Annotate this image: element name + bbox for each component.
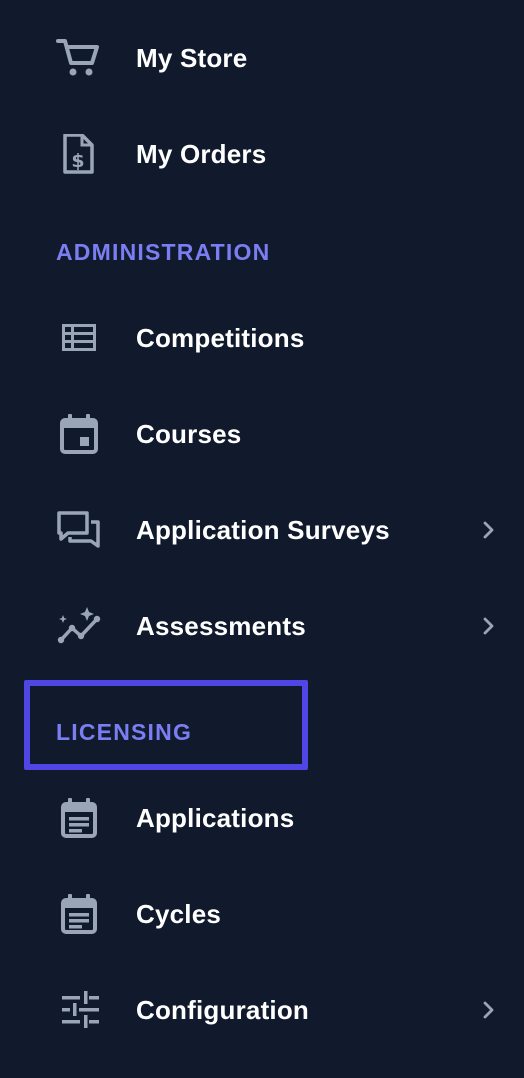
nav-item-cycles[interactable]: Cycles xyxy=(0,866,524,962)
nav-item-application-surveys[interactable]: Application Surveys xyxy=(0,482,524,578)
nav-item-competitions[interactable]: Competitions xyxy=(0,290,524,386)
nav-label-courses: Courses xyxy=(136,419,242,449)
section-heading-licensing[interactable]: LICENSING xyxy=(56,719,192,746)
list-table-icon xyxy=(56,318,104,358)
nav-label-configuration: Configuration xyxy=(136,995,310,1025)
nav-label-my-store: My Store xyxy=(136,43,248,73)
nav-label-assessments: Assessments xyxy=(136,611,306,641)
chevron-right-icon xyxy=(480,616,498,636)
chevron-right-icon xyxy=(480,520,498,540)
nav-item-my-store[interactable]: My Store xyxy=(0,10,524,106)
nav-item-my-orders[interactable]: $ My Orders xyxy=(0,106,524,202)
sparkle-line-chart-icon xyxy=(56,606,104,646)
calendar-event-icon xyxy=(56,414,104,454)
nav-label-applications: Applications xyxy=(136,803,295,833)
section-heading-administration: ADMINISTRATION xyxy=(56,239,271,265)
sliders-icon xyxy=(56,990,104,1030)
nav-item-courses[interactable]: Courses xyxy=(0,386,524,482)
nav-label-application-surveys: Application Surveys xyxy=(136,515,390,545)
calendar-notes-icon xyxy=(56,894,104,934)
nav-item-configuration[interactable]: Configuration xyxy=(0,962,524,1058)
nav-label-cycles: Cycles xyxy=(136,899,222,929)
nav-label-competitions: Competitions xyxy=(136,323,305,353)
chat-bubbles-icon xyxy=(56,510,104,550)
nav-item-assessments[interactable]: Assessments xyxy=(0,578,524,674)
invoice-dollar-icon: $ xyxy=(56,134,104,174)
nav-label-my-orders: My Orders xyxy=(136,139,267,169)
chevron-right-icon xyxy=(480,1000,498,1020)
cart-icon xyxy=(56,38,104,78)
nav-item-applications[interactable]: Applications xyxy=(0,770,524,866)
svg-text:$: $ xyxy=(71,150,84,172)
calendar-notes-icon xyxy=(56,798,104,838)
